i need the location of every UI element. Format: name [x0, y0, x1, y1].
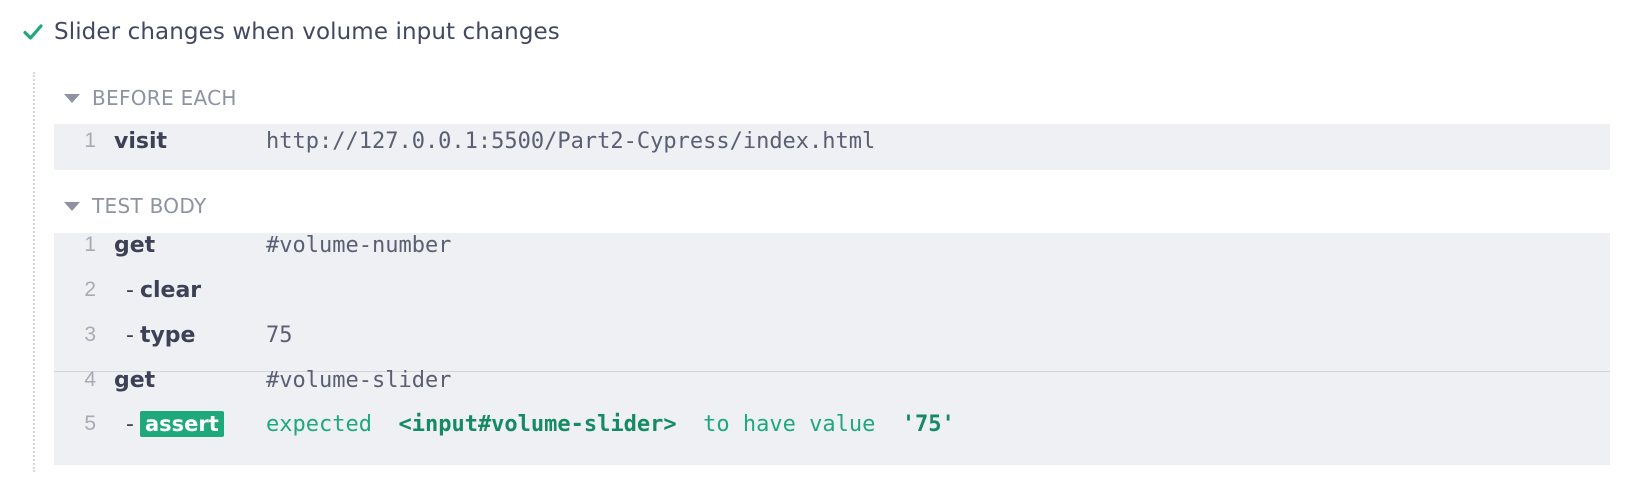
test-title: Slider changes when volume input changes: [54, 19, 560, 45]
command-message: 75: [266, 322, 293, 348]
hook-before-each-toggle[interactable]: BEFORE EACH: [64, 83, 237, 113]
tree-rail: [33, 72, 35, 472]
command-message: #volume-number: [266, 232, 452, 258]
command-name-wrap: - assert: [114, 411, 266, 437]
caret-down-icon: [64, 93, 80, 103]
test-header[interactable]: Slider changes when volume input changes: [22, 12, 560, 52]
command-number: 2: [84, 278, 96, 301]
command-number: 1: [84, 233, 96, 256]
command-row[interactable]: 2 - clear: [54, 267, 1610, 313]
command-row[interactable]: 1 visit http://127.0.0.1:5500/Part2-Cypr…: [54, 118, 1610, 164]
assert-element: <input#volume-slider>: [398, 411, 677, 437]
assert-value: '75': [901, 411, 955, 437]
command-name: type: [139, 322, 196, 348]
check-icon: [22, 21, 44, 43]
child-dash: -: [126, 277, 134, 303]
command-row-assert[interactable]: 5 - assert expected <input#volume-slider…: [54, 401, 1610, 447]
command-number: 5: [84, 412, 96, 435]
hook-label: BEFORE EACH: [92, 86, 237, 110]
command-name: get: [114, 232, 156, 258]
command-name: clear: [139, 277, 202, 303]
command-row[interactable]: 1 get #volume-number: [54, 222, 1610, 268]
command-row[interactable]: 3 - type 75: [54, 312, 1610, 358]
command-number: 4: [84, 368, 96, 391]
assert-prefix: expected: [266, 411, 372, 437]
command-message: #volume-slider: [266, 367, 452, 393]
command-name-wrap: - type: [114, 323, 266, 348]
child-dash: -: [126, 322, 134, 348]
caret-down-icon: [64, 201, 80, 211]
command-name: visit: [114, 128, 168, 154]
hook-label: TEST BODY: [92, 194, 207, 218]
assert-middle: to have value: [703, 411, 876, 437]
command-number: 1: [84, 129, 96, 152]
command-name-wrap: - clear: [114, 278, 266, 303]
command-number: 3: [84, 323, 96, 346]
child-dash: -: [126, 411, 134, 437]
hook-test-body-toggle[interactable]: TEST BODY: [64, 191, 206, 221]
assert-message: expected <input#volume-slider> to have v…: [266, 412, 955, 437]
assert-badge: assert: [139, 411, 224, 437]
command-row[interactable]: 4 get #volume-slider: [54, 357, 1610, 403]
command-message: http://127.0.0.1:5500/Part2-Cypress/inde…: [266, 128, 876, 154]
command-name: get: [114, 367, 156, 393]
